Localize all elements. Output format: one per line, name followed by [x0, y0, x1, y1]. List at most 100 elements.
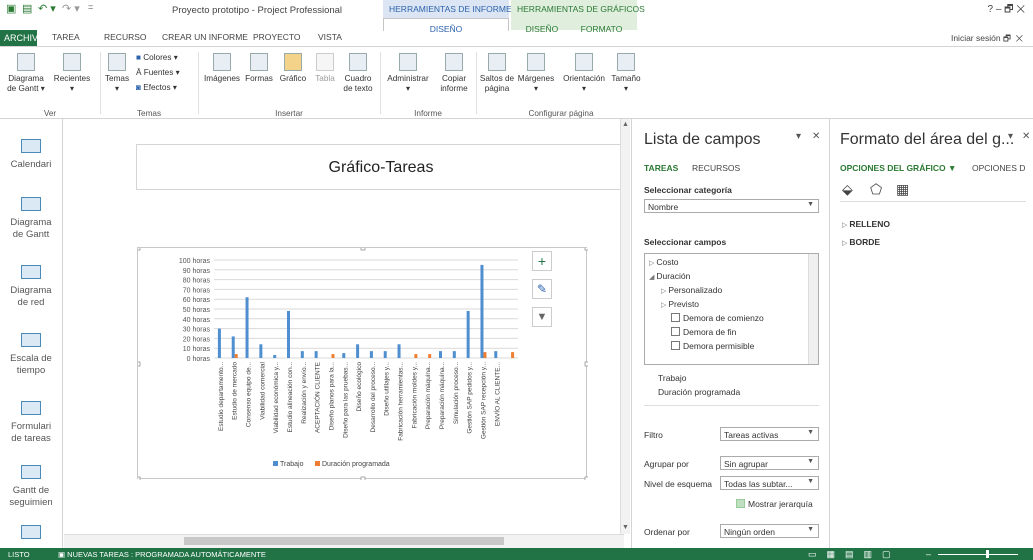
tab-recurso[interactable]: RECURSO [104, 32, 147, 46]
customize-qat-icon[interactable]: = [88, 2, 93, 16]
zoom-out-icon[interactable]: – [926, 549, 931, 559]
themes-button[interactable]: Temas ▾ [104, 53, 130, 94]
textbox-icon [349, 53, 367, 71]
tab-chart-format[interactable]: FORMATO [581, 24, 623, 34]
chart-options-dropdown[interactable]: OPCIONES DEL GRÁFICO ▼ [840, 163, 956, 173]
x-tick-label: Simulación proceso... [453, 362, 460, 424]
tab-archivo[interactable]: ARCHIVO [0, 30, 45, 46]
nav-tracking-gantt[interactable]: Gantt de seguimien [0, 465, 62, 509]
tab-vista[interactable]: VISTA [318, 32, 342, 46]
scroll-down-icon[interactable]: ▼ [622, 524, 629, 532]
colors-button[interactable]: ■ Colores ▾ [136, 53, 178, 63]
margins-button[interactable]: Márgenes ▾ [516, 53, 556, 94]
images-button[interactable]: Imágenes [202, 53, 242, 84]
nav-gantt[interactable]: Diagrama de Gantt [0, 197, 62, 241]
y-tick-label: 20 horas [183, 336, 211, 343]
orientation-button[interactable]: Orientación ▾ [560, 53, 608, 94]
tab-recursos[interactable]: RECURSOS [692, 163, 740, 173]
chart-button[interactable]: Gráfico [277, 53, 309, 84]
horizontal-scrollbar[interactable] [64, 534, 624, 548]
nav-timeline[interactable]: Escala de tiempo [0, 333, 62, 377]
outline-level-select[interactable]: Todas las subtar... ▼ [720, 476, 819, 490]
tab-tarea[interactable]: TAREA [52, 32, 80, 46]
field-tree-item[interactable]: Demora permisible [671, 341, 754, 351]
chart-elements-button[interactable]: + [532, 251, 552, 271]
pane-options-icon[interactable]: ▾ [796, 131, 801, 142]
group-by-select[interactable]: Sin agrupar ▼ [720, 456, 819, 470]
chart-area[interactable]: 100 horas 90 horas 80 horas 70 horas 60 hora… [137, 247, 588, 480]
resize-handle [360, 248, 366, 251]
category-select[interactable]: Nombre ▼ [644, 199, 819, 213]
nav-network[interactable]: Diagrama de red [0, 265, 62, 309]
size-label: Tamaño ▾ [611, 74, 641, 93]
window-controls[interactable]: ? – 🗗 ✕ [988, 2, 1026, 19]
size-properties-icon[interactable]: ▦ [896, 181, 909, 198]
checkbox-icon[interactable] [671, 313, 680, 322]
text-options-tab[interactable]: OPCIONES D [972, 163, 1025, 173]
sort-by-select[interactable]: Ningún orden ▼ [720, 524, 819, 538]
size-button[interactable]: Tamaño ▾ [610, 53, 642, 94]
effects-button[interactable]: ◙ Efectos ▾ [136, 83, 177, 93]
fields-tree[interactable]: ▷ Costo ◢ Duración ▷ Personalizado ▷ Previs… [644, 253, 819, 365]
zoom-slider[interactable] [938, 554, 1018, 555]
fill-section[interactable]: ▷ RELLENO [842, 219, 890, 229]
textbox-button[interactable]: Cuadro de texto [341, 53, 375, 94]
checkbox-icon[interactable] [671, 327, 680, 336]
nav-task-form[interactable]: Formulari de tareas [0, 401, 62, 445]
x-tick-label: Diseño para las pruebas... [342, 362, 349, 438]
filter-select[interactable]: Tareas activas ▼ [720, 427, 819, 441]
zoom-slider-thumb[interactable] [986, 550, 989, 558]
field-tree-item[interactable]: Demora de fin [671, 327, 736, 337]
save-icon[interactable]: ▤ [22, 2, 32, 16]
shapes-button[interactable]: Formas [244, 53, 274, 84]
vertical-scrollbar[interactable]: ▲ ▼ [620, 119, 630, 534]
sign-in-label[interactable]: Iniciar sesión [951, 33, 1001, 43]
y-tick-label: 100 horas [179, 258, 211, 265]
nav-more-views[interactable] [0, 525, 62, 545]
checkbox-icon[interactable] [671, 341, 680, 350]
fonts-label: Fuentes ▾ [143, 68, 180, 77]
close-icon[interactable]: ✕ [812, 131, 820, 142]
field-tree-item[interactable]: Demora de comienzo [671, 313, 764, 323]
page-breaks-button[interactable]: Saltos de página [479, 53, 515, 94]
scroll-up-icon[interactable]: ▲ [622, 121, 629, 129]
border-section[interactable]: ▷ BORDE [842, 237, 880, 247]
tab-proyecto[interactable]: PROYECTO [253, 32, 301, 46]
selected-field[interactable]: Duración programada [658, 387, 740, 397]
page-break-icon [488, 53, 506, 71]
field-tree-item[interactable]: ▷ Personalizado [661, 285, 722, 295]
close-icon[interactable]: ✕ [1022, 131, 1030, 142]
checkbox-icon[interactable] [736, 499, 745, 508]
scroll-thumb[interactable] [184, 537, 504, 545]
effects-pentagon-icon[interactable]: ⬠ [870, 181, 882, 198]
field-tree-item[interactable]: ▷ Previsto [661, 299, 699, 309]
tab-chart-design[interactable]: DISEÑO [526, 24, 559, 34]
fill-line-icon[interactable]: ⬙ [842, 181, 853, 198]
field-tree-item[interactable]: ▷ Costo [649, 257, 679, 267]
show-hierarchy-checkbox[interactable]: Mostrar jerarquía [736, 499, 813, 509]
window-title: Proyecto prototipo - Project Professiona… [172, 5, 343, 16]
nav-calendario[interactable]: Calendari [0, 139, 62, 171]
pane-options-icon[interactable]: ▾ [1008, 131, 1013, 142]
chart-filter-icon[interactable]: ▼ [532, 307, 552, 327]
fields-tree-scrollbar[interactable] [808, 254, 818, 364]
tab-crear-informe[interactable]: CREAR UN INFORME [162, 32, 248, 46]
redo-icon[interactable]: ↷ ▾ [62, 2, 80, 16]
field-tree-item[interactable]: ◢ Duración [649, 271, 690, 281]
undo-icon[interactable]: ↶ ▾ [38, 2, 56, 16]
status-view-icons[interactable]: ▭ ▦ ▤ ▥ ▢ [808, 549, 891, 560]
tab-report-design-label[interactable]: DISEÑO [389, 24, 503, 34]
selected-field[interactable]: Trabajo [658, 373, 687, 383]
copy-report-button[interactable]: Copiar informe [436, 53, 472, 94]
gantt-view-button[interactable]: Diagrama de Gantt ▾ [6, 53, 46, 94]
sign-in-link[interactable]: Iniciar sesión 🗗 ✕ [951, 33, 1023, 47]
fonts-button[interactable]: Ā Fuentes ▾ [136, 68, 180, 78]
manage-button[interactable]: Administrar ▾ [384, 53, 432, 94]
chart-styles-brush-icon[interactable]: ✎ [532, 279, 552, 299]
tab-tareas[interactable]: TAREAS [644, 163, 678, 173]
status-new-tasks[interactable]: ▣ NUEVAS TAREAS : PROGRAMADA AUTOMÁTICAM… [58, 550, 266, 559]
x-tick-label: Consenso equipo de... [246, 362, 253, 427]
report-title-box[interactable]: Gráfico-Tareas [136, 144, 626, 190]
recent-views-button[interactable]: Recientes ▾ [52, 53, 92, 94]
page-breaks-label: Saltos de página [479, 74, 515, 93]
